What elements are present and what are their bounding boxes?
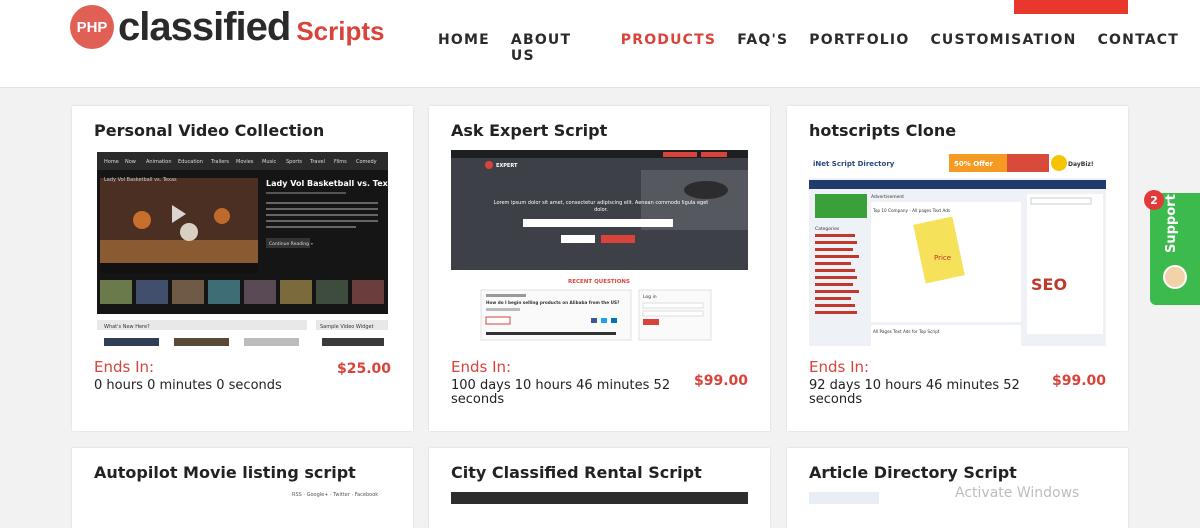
logo-badge: PHP: [70, 5, 114, 49]
product-card[interactable]: hotscripts Clone iNet Script Directory 5…: [787, 106, 1128, 431]
product-title[interactable]: Autopilot Movie listing script: [94, 463, 356, 482]
product-title[interactable]: City Classified Rental Script: [451, 463, 702, 482]
shot-footer-ad: All Pages Text Ads for Top Script: [873, 329, 940, 334]
svg-text:dolor.: dolor.: [594, 207, 608, 213]
product-title[interactable]: Article Directory Script: [809, 463, 1017, 482]
shot-menu-item: Films: [334, 159, 347, 165]
shot-categories-heading: Categories: [815, 226, 840, 232]
shot-brand: iNet Script Directory: [813, 160, 895, 168]
shot-menu-item: Movies: [236, 159, 254, 165]
support-widget[interactable]: 2 Support: [1144, 190, 1200, 305]
product-screenshot[interactable]: EXPERT Lorem ipsum dolor sit amet, conse…: [451, 150, 748, 346]
shot-daybiz: DayBiz!: [1068, 161, 1094, 168]
ends-in-label: Ends In:: [451, 358, 512, 376]
shot-panel-left: What's New Here?: [104, 324, 150, 330]
ask-expert-preview: EXPERT Lorem ipsum dolor sit amet, conse…: [451, 150, 748, 346]
support-notification-badge: 2: [1144, 190, 1164, 210]
shot-top-ads: Top 10 Company - All pages Text Ads: [872, 208, 950, 213]
product-screenshot-strip: RSS · Google+ · Twitter · Facebook: [292, 492, 379, 498]
shot-seo: SEO: [1031, 275, 1067, 294]
product-screenshot[interactable]: iNet Script Directory 50% Offer DayBiz! …: [809, 150, 1106, 346]
site-logo[interactable]: PHP classified Scripts: [70, 4, 384, 50]
shot-ad-heading: Advertisement: [871, 194, 904, 200]
support-label: Support: [1164, 194, 1179, 253]
product-screenshot-strip: [809, 492, 879, 504]
shot-menu-item: Now: [125, 159, 136, 165]
nav-home[interactable]: HOME: [438, 32, 490, 64]
product-price: $99.00: [693, 373, 748, 389]
product-card[interactable]: Personal Video Collection Home Now Anima…: [72, 106, 413, 431]
product-title[interactable]: Ask Expert Script: [451, 121, 607, 140]
main-nav: HOME ABOUT US PRODUCTS FAQ'S PORTFOLIO C…: [438, 32, 1200, 64]
product-card[interactable]: Autopilot Movie listing script RSS · Goo…: [72, 448, 413, 528]
countdown-timer: 0 hours 0 minutes 0 seconds: [94, 378, 282, 393]
nav-portfolio[interactable]: PORTFOLIO: [809, 32, 909, 64]
product-card[interactable]: City Classified Rental Script: [429, 448, 770, 528]
product-screenshot[interactable]: Home Now Animation Education Trailers Mo…: [94, 150, 391, 346]
product-card[interactable]: Ask Expert Script EXPERT Lorem ipsum dol…: [429, 106, 770, 431]
shot-video-title: Lady Vol Basketball vs. Texas: [266, 179, 391, 188]
support-avatar-icon: [1163, 265, 1187, 289]
countdown-timer: 100 days 10 hours 46 minutes 52 seconds: [451, 378, 671, 407]
shot-menu-item: Music: [262, 159, 276, 165]
svg-text:Lorem ipsum dolor sit amet, co: Lorem ipsum dolor sit amet, consectetur …: [494, 200, 709, 206]
video-collection-preview: Home Now Animation Education Trailers Mo…: [94, 150, 391, 346]
shot-offer: 50% Offer: [954, 160, 994, 168]
product-price: $99.00: [1051, 373, 1106, 389]
logo-main-text: classified: [118, 4, 291, 49]
svg-text:Price: Price: [934, 254, 951, 262]
shot-menu-item: Home: [104, 159, 119, 165]
ends-in-label: Ends In:: [94, 358, 155, 376]
shot-menu-item: Animation: [146, 159, 172, 165]
countdown-timer: 92 days 10 hours 46 minutes 52 seconds: [809, 378, 1020, 407]
product-title[interactable]: hotscripts Clone: [809, 121, 956, 140]
nav-products[interactable]: PRODUCTS: [621, 32, 716, 64]
shot-question: How do I begin selling products on Aliba…: [486, 300, 620, 305]
hotscripts-preview: iNet Script Directory 50% Offer DayBiz! …: [809, 150, 1106, 346]
shot-panel-right: Sample Video Widget: [320, 324, 374, 330]
os-watermark: Activate Windows: [955, 485, 1080, 501]
nav-faqs[interactable]: FAQ'S: [737, 32, 788, 64]
shot-menu-item: Education: [178, 159, 203, 165]
product-price: $25.00: [336, 361, 391, 377]
shot-section-title: RECENT QUESTIONS: [568, 279, 630, 285]
shot-menu-item: Comedy: [356, 159, 377, 165]
svg-text:Lady Vol Basketball vs. Texas: Lady Vol Basketball vs. Texas: [104, 177, 177, 183]
logo-sub-text: Scripts: [296, 15, 385, 46]
ends-in-label: Ends In:: [809, 358, 870, 376]
product-title[interactable]: Personal Video Collection: [94, 121, 324, 140]
shot-menu-item: Sports: [286, 159, 302, 165]
nav-about-us[interactable]: ABOUT US: [511, 32, 600, 64]
site-header: PHP classified Scripts HOME ABOUT US PRO…: [0, 0, 1200, 88]
nav-customisation[interactable]: CUSTOMISATION: [930, 32, 1076, 64]
header-accent-strip: [1014, 0, 1128, 14]
shot-brand: EXPERT: [496, 163, 518, 169]
shot-continue-button: Continue Reading »: [269, 241, 313, 247]
product-screenshot-strip: [451, 492, 748, 504]
shot-menu-item: Trailers: [210, 159, 229, 165]
nav-contact[interactable]: CONTACT: [1098, 32, 1179, 64]
shot-login: Log in: [643, 294, 657, 300]
shot-menu-item: Travel: [309, 159, 325, 165]
